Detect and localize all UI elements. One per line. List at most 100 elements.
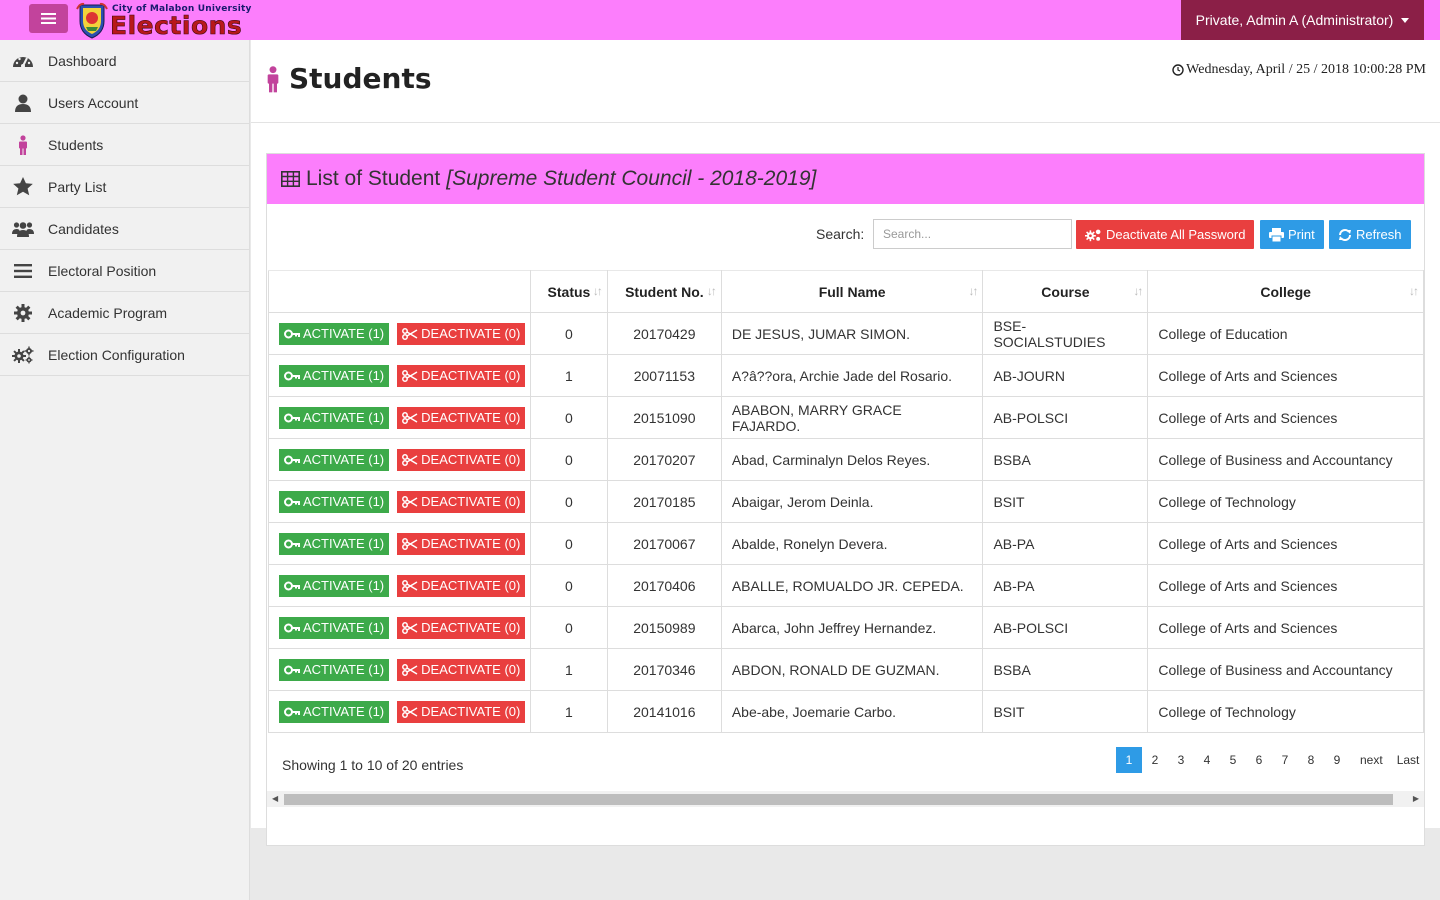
deactivate-button[interactable]: DEACTIVATE (0): [397, 322, 526, 345]
column-header-label: Status: [547, 283, 591, 300]
activate-button[interactable]: ACTIVATE (1): [279, 700, 390, 723]
activate-button[interactable]: ACTIVATE (1): [279, 406, 390, 429]
horizontal-scrollbar[interactable]: ◀ ▶: [267, 791, 1424, 807]
activate-button[interactable]: ACTIVATE (1): [279, 490, 390, 513]
deactivate-button[interactable]: DEACTIVATE (0): [397, 364, 526, 387]
page-button[interactable]: 4: [1194, 747, 1220, 773]
activate-button[interactable]: ACTIVATE (1): [279, 616, 390, 639]
student-icon: [12, 134, 34, 155]
cell-college: College of Arts and Sciences: [1147, 396, 1424, 439]
cell-college: College of Business and Accountancy: [1147, 438, 1424, 481]
current-datetime: Wednesday, April / 25 / 2018 10:00:28 PM: [1172, 62, 1426, 78]
scroll-left-icon[interactable]: ◀: [272, 794, 278, 803]
row-actions: ACTIVATE (1) DEACTIVATE (0): [268, 606, 531, 649]
table-row: ACTIVATE (1) DEACTIVATE (0) 0 20150989 Ab…: [268, 606, 1424, 649]
brand-logo[interactable]: City of Malabon University Elections: [74, 1, 274, 40]
cell-status: 1: [529, 354, 608, 397]
sidebar-item-users-account[interactable]: Users Account: [0, 82, 249, 124]
column-header-course[interactable]: Course ↓↑: [982, 270, 1149, 313]
last-page-button[interactable]: Last: [1393, 747, 1420, 773]
print-button[interactable]: Print: [1260, 220, 1324, 249]
next-page-button[interactable]: next: [1350, 747, 1393, 773]
sidebar-item-election-configuration[interactable]: Election Configuration: [0, 334, 249, 376]
panel-subtitle: [Supreme Student Council - 2018-2019]: [446, 167, 817, 190]
row-actions: ACTIVATE (1) DEACTIVATE (0): [268, 564, 531, 607]
scissors-icon: [402, 705, 418, 718]
key-icon: [284, 707, 300, 716]
scroll-right-icon[interactable]: ▶: [1413, 794, 1419, 803]
deactivate-button[interactable]: DEACTIVATE (0): [397, 658, 526, 681]
activate-button[interactable]: ACTIVATE (1): [279, 532, 390, 555]
activate-button[interactable]: ACTIVATE (1): [279, 448, 390, 471]
cell-student-no: 20141016: [606, 690, 722, 733]
page-button[interactable]: 6: [1246, 747, 1272, 773]
cell-student-no: 20151090: [606, 396, 722, 439]
column-header-label: Full Name: [818, 283, 886, 300]
activate-label: ACTIVATE (1): [303, 368, 385, 383]
page-button[interactable]: 3: [1168, 747, 1194, 773]
user-menu-dropdown[interactable]: Private, Admin A (Administrator): [1181, 0, 1424, 40]
scrollbar-thumb[interactable]: [284, 794, 1393, 805]
deactivate-all-label: Deactivate All Password: [1106, 227, 1246, 242]
deactivate-button[interactable]: DEACTIVATE (0): [397, 490, 526, 513]
deactivate-button[interactable]: DEACTIVATE (0): [397, 700, 526, 723]
column-header-status[interactable]: Status ↓↑: [529, 270, 608, 313]
deactivate-all-password-button[interactable]: Deactivate All Password: [1076, 220, 1255, 249]
cell-college: College of Arts and Sciences: [1147, 354, 1424, 397]
activate-button[interactable]: ACTIVATE (1): [279, 322, 390, 345]
star-icon: [12, 177, 34, 197]
key-icon: [284, 413, 300, 422]
page-button[interactable]: 9: [1324, 747, 1350, 773]
page-button[interactable]: 8: [1298, 747, 1324, 773]
cell-student-no: 20170429: [606, 312, 722, 355]
key-icon: [284, 623, 300, 632]
scissors-icon: [402, 579, 418, 592]
sidebar-item-label: Academic Program: [48, 304, 168, 321]
gears-icon: [1085, 229, 1101, 241]
deactivate-label: DEACTIVATE (0): [421, 662, 521, 677]
refresh-button[interactable]: Refresh: [1329, 220, 1411, 249]
row-actions: ACTIVATE (1) DEACTIVATE (0): [268, 312, 531, 355]
search-input[interactable]: [873, 219, 1072, 249]
column-header-label: College: [1260, 283, 1311, 300]
row-actions: ACTIVATE (1) DEACTIVATE (0): [268, 522, 531, 565]
bars-icon: [12, 261, 34, 281]
university-seal-icon: [76, 2, 108, 39]
clock-icon: [1172, 64, 1184, 76]
deactivate-button[interactable]: DEACTIVATE (0): [397, 448, 526, 471]
cell-student-no: 20170067: [606, 522, 722, 565]
column-header-label: Student No.: [625, 283, 704, 300]
activate-button[interactable]: ACTIVATE (1): [279, 364, 390, 387]
deactivate-button[interactable]: DEACTIVATE (0): [397, 574, 526, 597]
page-button[interactable]: 7: [1272, 747, 1298, 773]
cell-full-name: Abalde, Ronelyn Devera.: [720, 522, 984, 565]
cell-full-name: ABALLE, ROMUALDO JR. CEPEDA.: [720, 564, 984, 607]
sidebar-item-electoral-position[interactable]: Electoral Position: [0, 250, 249, 292]
activate-button[interactable]: ACTIVATE (1): [279, 574, 390, 597]
cell-student-no: 20170406: [606, 564, 722, 607]
scissors-icon: [402, 621, 418, 634]
sidebar-item-students[interactable]: Students: [0, 124, 249, 166]
menu-toggle-button[interactable]: [29, 4, 68, 33]
table-row: ACTIVATE (1) DEACTIVATE (0) 1 20170346 AB…: [268, 648, 1424, 691]
column-header-student-no[interactable]: Student No. ↓↑: [606, 270, 722, 313]
table-row: ACTIVATE (1) DEACTIVATE (0) 0 20151090 AB…: [268, 396, 1424, 439]
sidebar-item-candidates[interactable]: Candidates: [0, 208, 249, 250]
deactivate-button[interactable]: DEACTIVATE (0): [397, 532, 526, 555]
sidebar-item-academic-program[interactable]: Academic Program: [0, 292, 249, 334]
deactivate-button[interactable]: DEACTIVATE (0): [397, 616, 526, 639]
sidebar-item-party-list[interactable]: Party List: [0, 166, 249, 208]
deactivate-button[interactable]: DEACTIVATE (0): [397, 406, 526, 429]
activate-button[interactable]: ACTIVATE (1): [279, 658, 390, 681]
cell-status: 0: [529, 564, 608, 607]
sidebar-item-label: Election Configuration: [48, 346, 185, 363]
page-button[interactable]: 1: [1116, 747, 1142, 773]
print-icon: [1269, 227, 1284, 242]
page-button[interactable]: 2: [1142, 747, 1168, 773]
column-header-college[interactable]: College ↓↑: [1147, 270, 1424, 313]
column-header-full-name[interactable]: Full Name ↓↑: [720, 270, 984, 313]
deactivate-label: DEACTIVATE (0): [421, 704, 521, 719]
page-button[interactable]: 5: [1220, 747, 1246, 773]
sidebar-item-dashboard[interactable]: Dashboard: [0, 40, 249, 82]
sidebar-item-label: Candidates: [48, 220, 119, 237]
